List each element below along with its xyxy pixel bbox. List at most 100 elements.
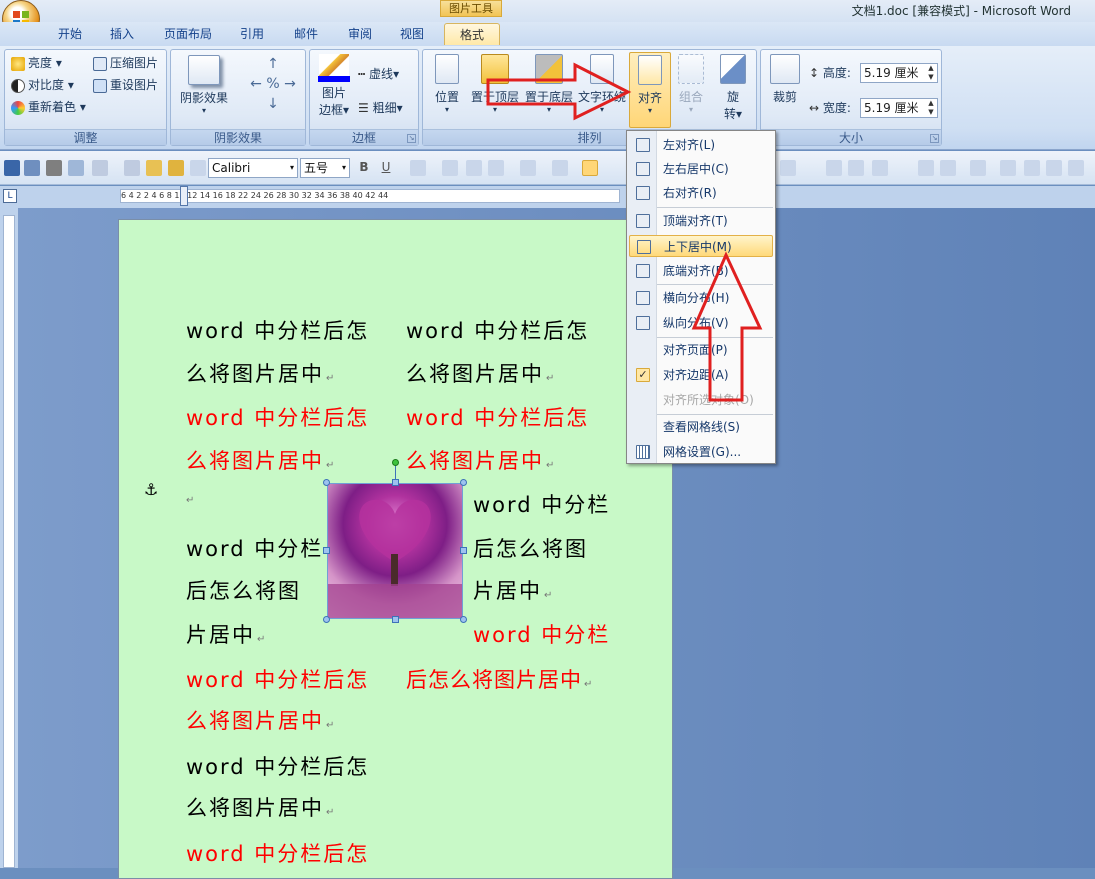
doc-line-right[interactable]: word 中分栏后怎 [406, 402, 589, 432]
doc-line-right[interactable]: 后怎么将图片居中 ↵ [406, 664, 592, 694]
print-icon[interactable] [46, 160, 62, 176]
width-spinner[interactable]: ▲ ▼ [925, 99, 937, 117]
height-input[interactable]: 5.19 厘米 ▲ ▼ [860, 63, 938, 83]
menu-item-grid-settings[interactable]: 网格设置(G)... [629, 441, 773, 463]
draw-icon[interactable] [918, 160, 934, 176]
columns-icon[interactable] [826, 160, 842, 176]
tab-review[interactable]: 审阅 [338, 23, 382, 45]
font-color-icon[interactable] [190, 160, 206, 176]
doc-line[interactable]: 么将图片居中 ↵ [186, 705, 334, 735]
doc-line[interactable]: word 中分栏后怎 [186, 751, 369, 781]
frame-icon[interactable] [1046, 160, 1062, 176]
doc-line-right[interactable]: word 中分栏 [473, 619, 610, 649]
tab-references[interactable]: 引用 [232, 23, 272, 45]
tab-page-layout[interactable]: 页面布局 [156, 23, 220, 45]
shadow-effects-button[interactable]: 阴影效果 ▾ [175, 55, 233, 115]
doc-line[interactable]: 片居中 ↵ [186, 619, 265, 649]
borders-icon[interactable] [552, 160, 568, 176]
menu-item-align-left[interactable]: 左对齐(L) [629, 134, 773, 156]
paragraph-mark-icon[interactable] [582, 160, 598, 176]
resize-handle-s[interactable] [392, 616, 399, 623]
resize-handle-se[interactable] [460, 616, 467, 623]
reset-picture-button[interactable]: 重设图片 [93, 75, 158, 95]
fill-icon[interactable] [940, 160, 956, 176]
menu-item-align-middle[interactable]: 上下居中(M) [629, 235, 773, 257]
tab-format[interactable]: 格式 [444, 23, 500, 45]
tab-view[interactable]: 视图 [390, 23, 434, 45]
shapes-icon[interactable] [1000, 160, 1016, 176]
insert-picture-icon[interactable] [970, 160, 986, 176]
text-wrap-button[interactable]: 文字环绕 ▾ [575, 54, 629, 114]
tab-home[interactable]: 开始 [48, 23, 92, 45]
menu-item-align-bottom[interactable]: 底端对齐(B) [629, 260, 773, 282]
textbox-icon[interactable] [872, 160, 888, 176]
width-input[interactable]: 5.19 厘米 ▲ ▼ [860, 98, 938, 118]
bullets-icon[interactable] [488, 160, 504, 176]
doc-line[interactable]: word 中分栏后怎 [186, 838, 369, 868]
doc-line[interactable]: word 中分栏后怎 [186, 315, 369, 345]
indent-marker[interactable] [180, 186, 188, 206]
doc-line[interactable]: 么将图片居中 ↵ [186, 792, 334, 822]
doc-line-right[interactable]: word 中分栏 [473, 489, 610, 519]
resize-handle-n[interactable] [392, 479, 399, 486]
doc-line-right[interactable]: word 中分栏后怎 [406, 315, 589, 345]
group-button[interactable]: 组合 ▾ [673, 54, 709, 114]
vertical-ruler-scale[interactable] [3, 215, 15, 868]
tab-selector-icon[interactable]: L [3, 189, 17, 203]
doc-line-right[interactable]: 么将图片居中 ↵ [406, 445, 554, 475]
recolor-button[interactable]: 重新着色 ▾ [11, 97, 86, 117]
redo-icon[interactable] [124, 160, 140, 176]
underline-icon[interactable]: U [378, 160, 394, 176]
bring-to-front-button[interactable]: 置于顶层 ▾ [469, 54, 521, 114]
resize-handle-nw[interactable] [323, 479, 330, 486]
resize-handle-sw[interactable] [323, 616, 330, 623]
brightness-button[interactable]: 亮度 ▾ [11, 53, 62, 73]
paste-icon[interactable] [146, 160, 162, 176]
print-preview-icon[interactable] [68, 160, 84, 176]
doc-line-right[interactable]: 片居中 ↵ [473, 575, 552, 605]
doc-line-right[interactable]: 后怎么将图 [473, 533, 588, 563]
tab-insert[interactable]: 插入 [100, 23, 144, 45]
resize-handle-w[interactable] [323, 547, 330, 554]
char-format-icon[interactable] [442, 160, 458, 176]
nudge-shadow-controls[interactable]: ↑ ← % → ↓ [243, 54, 303, 114]
send-to-back-button[interactable]: 置于底层 ▾ [523, 54, 575, 114]
table-icon[interactable] [780, 160, 796, 176]
compress-pictures-button[interactable]: 压缩图片 [93, 53, 158, 73]
dash-style-button[interactable]: ┅ 虚线▾ [358, 64, 399, 84]
save-icon[interactable] [4, 160, 20, 176]
height-spinner[interactable]: ▲ ▼ [925, 64, 937, 82]
line-spacing-icon[interactable] [466, 160, 482, 176]
doc-line[interactable]: 后怎么将图 [186, 575, 301, 605]
position-button[interactable]: 位置 ▾ [429, 54, 465, 114]
menu-item-align-to-margin[interactable]: ✓ 对齐边距(A) [629, 364, 773, 386]
numbering-icon[interactable] [520, 160, 536, 176]
doc-line[interactable]: word 中分栏 [186, 533, 323, 563]
resize-handle-ne[interactable] [460, 479, 467, 486]
menu-item-align-right[interactable]: 右对齐(R) [629, 182, 773, 204]
doc-line[interactable]: word 中分栏后怎 [186, 402, 369, 432]
save-as-icon[interactable] [24, 160, 40, 176]
menu-item-distribute-vertical[interactable]: 纵向分布(V) [629, 312, 773, 334]
menu-item-align-to-page[interactable]: 对齐页面(P) [629, 339, 773, 361]
line-weight-button[interactable]: ☰ 粗细▾ [358, 98, 403, 118]
resize-handle-e[interactable] [460, 547, 467, 554]
doc-line[interactable]: word 中分栏后怎 [186, 664, 369, 694]
highlight-icon[interactable] [410, 160, 426, 176]
ruler-scale[interactable]: 6 4 2 2 4 6 8 10 12 14 16 18 22 24 26 28… [120, 189, 620, 203]
grid-icon[interactable] [848, 160, 864, 176]
more-tools-icon[interactable] [1068, 160, 1084, 176]
format-painter-icon[interactable] [168, 160, 184, 176]
doc-line-right[interactable]: 么将图片居中 ↵ [406, 358, 554, 388]
text-direction-icon[interactable] [1024, 160, 1040, 176]
rotate-handle[interactable] [392, 459, 399, 466]
menu-item-distribute-horizontal[interactable]: 横向分布(H) [629, 287, 773, 309]
menu-item-align-center[interactable]: 左右居中(C) [629, 158, 773, 180]
menu-item-view-gridlines[interactable]: 查看网格线(S) [629, 416, 773, 438]
rotate-button[interactable]: 旋转▾ [713, 54, 753, 122]
picture-border-button[interactable]: 图片 边框▾ [314, 54, 354, 118]
size-dialog-launcher[interactable]: ↘ [930, 134, 939, 143]
selected-picture[interactable] [327, 483, 463, 619]
crop-button[interactable]: 裁剪 [765, 54, 805, 105]
doc-line[interactable]: 么将图片居中 ↵ [186, 358, 334, 388]
